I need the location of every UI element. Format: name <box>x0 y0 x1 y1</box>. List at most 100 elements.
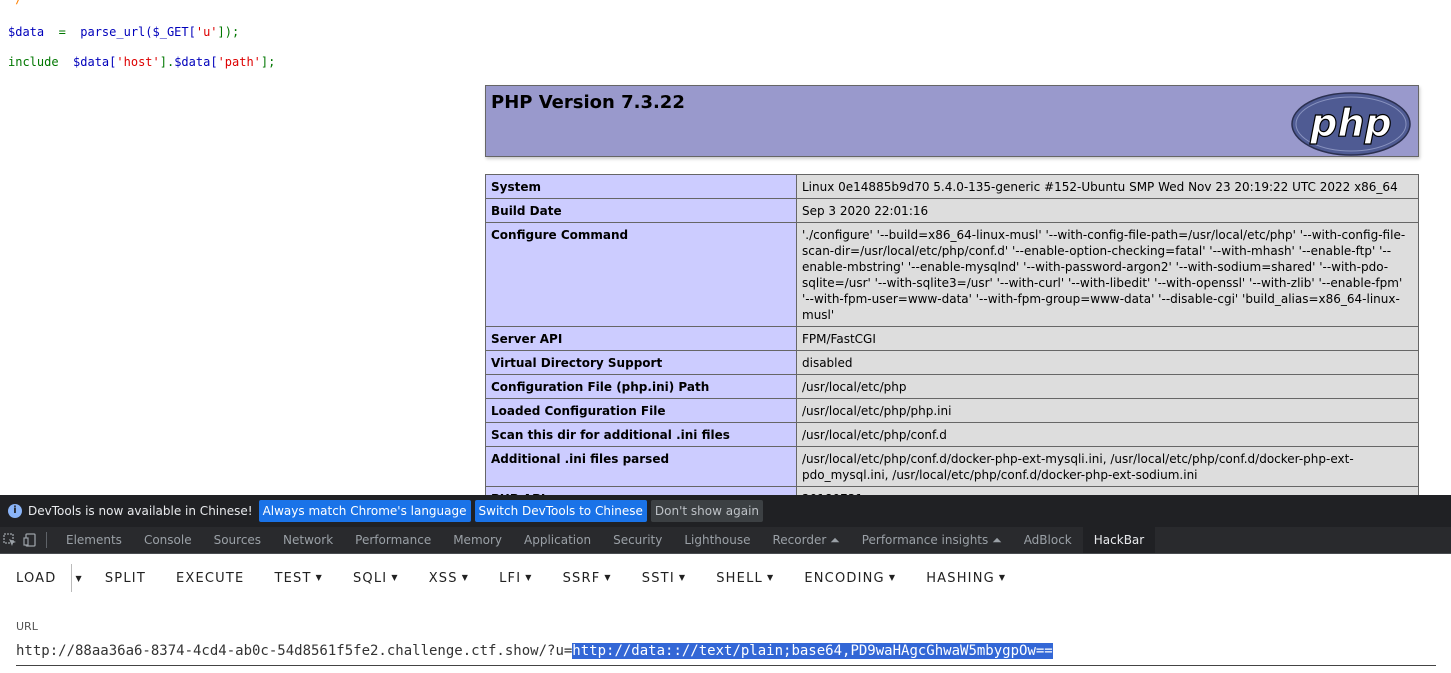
code-token: $data <box>8 25 45 39</box>
code-comment: */ <box>8 0 22 6</box>
inspect-element-icon[interactable] <box>0 527 20 553</box>
phpinfo-value: disabled <box>796 350 1419 375</box>
hackbar-menu[interactable]: XSS ▼ <box>429 571 469 586</box>
phpinfo-row: Configuration File (php.ini) Path/usr/lo… <box>485 374 1419 399</box>
info-icon: i <box>8 504 22 518</box>
hackbar-menu-label: TEST <box>274 570 312 586</box>
devtools-tab[interactable]: Performance insights ⏶ <box>851 527 1013 553</box>
execute-button[interactable]: EXECUTE <box>176 571 244 586</box>
devtools-tab[interactable]: Memory <box>442 527 513 553</box>
split-button[interactable]: SPLIT <box>105 571 146 586</box>
phpinfo-value: './configure' '--build=x86_64-linux-musl… <box>796 222 1419 327</box>
hackbar-menu-label: SSRF <box>562 570 601 586</box>
phpinfo-key: Build Date <box>485 198 797 223</box>
code-token: ]. <box>159 55 175 69</box>
phpinfo-value: FPM/FastCGI <box>796 326 1419 351</box>
devtools-tab[interactable]: Sources <box>203 527 272 553</box>
hackbar-menus: TEST ▼ SQLI ▼ XSS ▼ LFI ▼ SSRF ▼ SSTI ▼ SHELL ▼ ENCODI… <box>274 571 1036 586</box>
code-token: include <box>8 55 59 69</box>
phpinfo-row: Loaded Configuration File/usr/local/etc/… <box>485 398 1419 423</box>
phpinfo-key: Configure Command <box>485 222 797 327</box>
code-token: parse_url( <box>80 25 153 39</box>
switch-language-button[interactable]: Switch DevTools to Chinese <box>474 500 647 522</box>
hackbar-menu[interactable]: LFI ▼ <box>499 571 533 586</box>
phpinfo-key: Server API <box>485 326 797 351</box>
match-language-button[interactable]: Always match Chrome's language <box>258 500 471 522</box>
phpinfo-value: /usr/local/etc/php <box>796 374 1419 399</box>
phpinfo-value: Sep 3 2020 22:01:16 <box>796 198 1419 223</box>
hackbar-menu[interactable]: SHELL ▼ <box>716 571 774 586</box>
phpinfo-panel: PHP Version 7.3.22 php System Linux 0e148… <box>485 85 1419 495</box>
caret-down-icon: ▼ <box>461 572 470 582</box>
phpinfo-row: Additional .ini files parsed/usr/local/e… <box>485 446 1419 487</box>
comment-text: */ <box>8 0 22 6</box>
hackbar-menu[interactable]: SSRF ▼ <box>563 571 612 586</box>
devtools-tab[interactable]: Application <box>513 527 602 553</box>
hackbar-menu[interactable]: ENCODING ▼ <box>804 571 896 586</box>
phpinfo-key: Virtual Directory Support <box>485 350 797 375</box>
hackbar-toolbar: LOAD ▼ SPLIT EXECUTE TEST ▼ SQLI ▼ XSS ▼ LFI ▼ S… <box>0 554 1451 602</box>
load-divider <box>70 564 72 592</box>
phpinfo-key: Loaded Configuration File <box>485 398 797 423</box>
php-logo-icon: php <box>1291 92 1411 156</box>
phpinfo-row: System Linux 0e14885b9d70 5.4.0-135-gener… <box>485 174 1419 199</box>
phpinfo-value: /usr/local/etc/php/php.ini <box>796 398 1419 423</box>
devtools-tab[interactable]: Performance <box>344 527 442 553</box>
load-group: LOAD ▼ <box>16 564 83 592</box>
caret-down-icon: ▼ <box>525 572 533 582</box>
phpinfo-row: Build Date Sep 3 2020 22:01:16 <box>485 198 1419 223</box>
code-token: 'path' <box>217 55 261 69</box>
hackbar-menu-label: SHELL <box>716 570 763 586</box>
phpinfo-value: 20180731 <box>796 486 1419 495</box>
hackbar-menu-label: ENCODING <box>804 570 885 586</box>
devtools-tab[interactable]: Lighthouse <box>673 527 761 553</box>
caret-down-icon: ▼ <box>604 572 612 582</box>
load-button[interactable]: LOAD <box>16 571 57 586</box>
devtools-tab[interactable]: Console <box>133 527 203 553</box>
phpinfo-row: Scan this dir for additional .ini files /… <box>485 422 1419 447</box>
devtools-tab[interactable]: AdBlock <box>1013 527 1083 553</box>
hackbar-menu-label: HASHING <box>926 570 995 586</box>
phpinfo-header: PHP Version 7.3.22 php <box>485 85 1419 157</box>
hackbar-menu[interactable]: SQLI ▼ <box>353 571 399 586</box>
devtools-tab[interactable]: HackBar <box>1082 527 1156 553</box>
phpinfo-row: Virtual Directory Support disabled <box>485 350 1419 375</box>
phpinfo-key: Configuration File (php.ini) Path <box>485 374 797 399</box>
phpinfo-value: /usr/local/etc/php/conf.d <box>796 422 1419 447</box>
code-token: = <box>44 25 81 39</box>
code-token: $data[ <box>73 55 117 69</box>
phpinfo-value: /usr/local/etc/php/conf.d/docker-php-ext… <box>796 446 1419 487</box>
php-version-title: PHP Version 7.3.22 <box>491 92 685 113</box>
phpinfo-row: PHP API20180731 <box>485 486 1419 495</box>
devtools-panel: i DevTools is now available in Chinese! … <box>0 495 1451 673</box>
devtools-tabbar: Elements Console Sources Network Performance… <box>0 527 1451 554</box>
devtools-tab[interactable]: Recorder ⏶ <box>762 527 851 553</box>
code-token: $_GET[ <box>152 25 196 39</box>
infobar-message: DevTools is now available in Chinese! <box>28 504 253 518</box>
hackbar-menu-label: SQLI <box>352 570 388 586</box>
caret-down-icon: ▼ <box>998 572 1007 582</box>
devtools-tab[interactable]: Network <box>272 527 344 553</box>
phpinfo-key: Additional .ini files parsed <box>485 446 797 487</box>
language-infobar: i DevTools is now available in Chinese! … <box>0 495 1451 527</box>
page-content: */ $data = parse_url($_GET['u']); includ… <box>0 0 1451 495</box>
code-token: 'host' <box>116 55 160 69</box>
url-selected-text: http://data:://text/plain;base64,PD9waHA… <box>572 643 1053 659</box>
url-prefix: http://88aa36a6-8374-4cd4-ab0c-54d8561f5… <box>16 643 573 659</box>
device-toolbar-icon[interactable] <box>20 527 40 553</box>
phpinfo-row: Configure Command './configure' '--build=… <box>485 222 1419 327</box>
tabbar-divider <box>46 532 47 548</box>
phpinfo-table: System Linux 0e14885b9d70 5.4.0-135-gener… <box>485 174 1419 495</box>
hackbar-menu[interactable]: SSTI ▼ <box>642 571 686 586</box>
devtools-tab[interactable]: Security <box>602 527 673 553</box>
caret-down-icon: ▼ <box>888 572 897 582</box>
url-input[interactable]: http://88aa36a6-8374-4cd4-ab0c-54d8561f5… <box>16 643 1436 666</box>
devtools-tabs: Elements Console Sources Network Performance… <box>55 527 1156 553</box>
devtools-tab[interactable]: Elements <box>55 527 133 553</box>
dont-show-again-button[interactable]: Don't show again <box>650 500 764 522</box>
code-token: ]; <box>260 55 276 69</box>
load-dropdown-icon[interactable]: ▼ <box>76 574 83 583</box>
code-token: 'u' <box>195 25 218 39</box>
hackbar-menu[interactable]: HASHING ▼ <box>926 571 1006 586</box>
hackbar-menu[interactable]: TEST ▼ <box>274 571 323 586</box>
